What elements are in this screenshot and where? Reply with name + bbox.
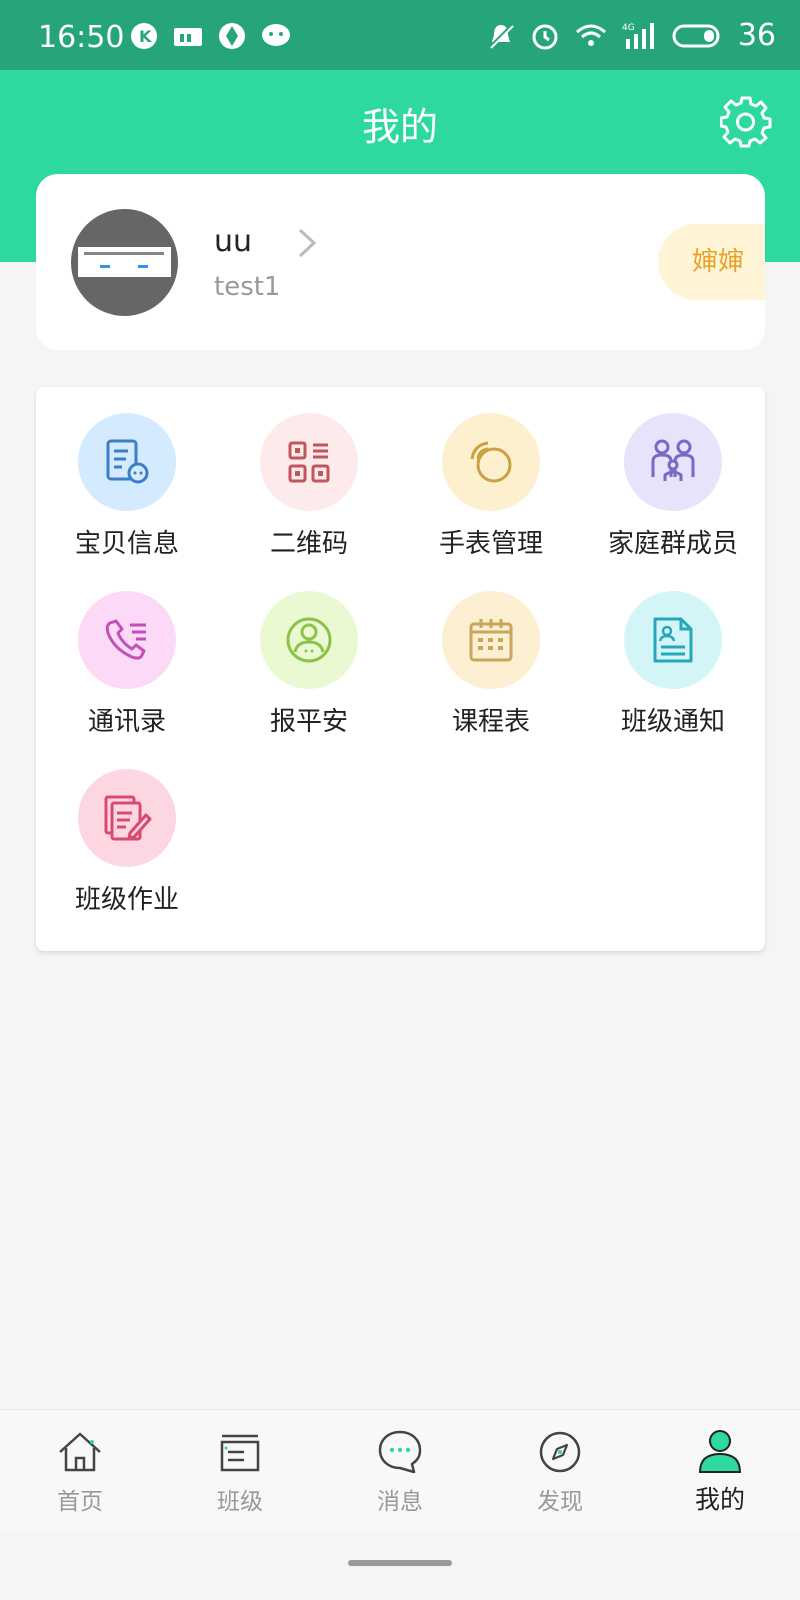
avatar[interactable] [71, 209, 178, 316]
calendar-icon [469, 619, 513, 662]
menu-label: 手表管理 [438, 529, 543, 559]
home-indicator[interactable] [348, 1560, 452, 1566]
menu-label: 课程表 [451, 707, 530, 737]
svg-text:4G: 4G [622, 23, 635, 33]
menu-icon-circle [442, 591, 540, 689]
family-icon [651, 439, 695, 481]
menu-icon-circle [260, 413, 358, 511]
wechat-icon [262, 24, 290, 46]
qr-code-icon [288, 441, 330, 483]
watch-icon [470, 441, 512, 483]
menu-icon-circle [78, 591, 176, 689]
status-time: 16:50 [38, 20, 125, 55]
menu-item-timetable[interactable]: 课程表 [400, 565, 582, 737]
menu-icon-circle [260, 591, 358, 689]
nav-item-home[interactable]: 首页 [0, 1410, 160, 1532]
nav-item-message[interactable]: 消息 [320, 1410, 480, 1532]
menu-item-class-notice[interactable]: 班级通知 [582, 565, 764, 737]
menu-item-homework[interactable]: 班级作业 [36, 743, 218, 915]
notice-icon [653, 617, 693, 663]
profile-card[interactable]: uu test1 婶婶 [36, 174, 765, 350]
aperture-icon [219, 23, 245, 49]
menu-label: 报平安 [269, 707, 348, 737]
safe-report-icon [286, 617, 332, 663]
nav-label: 发现 [537, 1489, 583, 1515]
wifi-icon [575, 24, 606, 46]
homework-icon [104, 795, 152, 841]
svg-text:K: K [139, 27, 152, 46]
menu-label: 二维码 [269, 529, 348, 559]
phone-book-icon [105, 619, 146, 660]
menu-item-contacts[interactable]: 通讯录 [36, 565, 218, 737]
menu-icon-circle [624, 413, 722, 511]
menu-icon-circle [78, 769, 176, 867]
feature-menu: 宝贝信息 二维码 手表管理 家庭群成员 通讯录 报平安 课程表 班级通知 班级作… [36, 387, 765, 951]
compass-icon [539, 1431, 581, 1473]
menu-label: 班级作业 [74, 885, 179, 915]
status-bar: 16:50 K 4G 36 [0, 0, 800, 70]
battery-icon [672, 24, 720, 47]
nav-label: 消息 [377, 1489, 423, 1515]
nav-label: 班级 [217, 1489, 263, 1515]
account-name: test1 [214, 272, 281, 302]
menu-item-qr-code[interactable]: 二维码 [218, 387, 400, 559]
bottom-nav: 首页 班级 消息 发现 我的 [0, 1409, 800, 1531]
menu-item-baby-info[interactable]: 宝贝信息 [36, 387, 218, 559]
menu-label: 家庭群成员 [607, 529, 738, 559]
nav-label: 首页 [57, 1489, 103, 1515]
message-icon [378, 1430, 422, 1474]
page-title: 我的 [361, 105, 438, 149]
role-badge[interactable]: 婶婶 [658, 224, 765, 300]
status-left-icons: K [130, 22, 292, 50]
nav-item-mine[interactable]: 我的 [640, 1410, 800, 1532]
sim-card-icon [174, 28, 202, 46]
status-right-icons: 4G 36 [486, 18, 776, 53]
menu-item-watch[interactable]: 手表管理 [400, 387, 582, 559]
nav-label: 我的 [694, 1485, 745, 1514]
chevron-right-icon[interactable] [294, 226, 320, 260]
menu-item-safe-report[interactable]: 报平安 [218, 565, 400, 737]
gear-icon[interactable] [720, 96, 772, 148]
nav-item-class[interactable]: 班级 [160, 1410, 320, 1532]
menu-icon-circle [624, 591, 722, 689]
class-icon [220, 1434, 260, 1472]
menu-item-family[interactable]: 家庭群成员 [582, 387, 764, 559]
battery-level: 36 [737, 18, 776, 53]
menu-label: 通讯录 [87, 707, 166, 737]
menu-label: 班级通知 [620, 707, 725, 737]
nav-item-discover[interactable]: 发现 [480, 1410, 640, 1532]
k-app-icon: K [131, 23, 157, 49]
profile-icon [698, 1430, 742, 1473]
home-icon [59, 1432, 101, 1472]
bell-muted-icon [488, 23, 514, 49]
username[interactable]: uu [214, 224, 252, 259]
menu-label: 宝贝信息 [74, 529, 179, 559]
menu-icon-circle [442, 413, 540, 511]
alarm-clock-icon [532, 24, 558, 49]
signal-4g-icon: 4G [622, 22, 654, 49]
menu-icon-circle [78, 413, 176, 511]
baby-info-icon [106, 439, 149, 484]
